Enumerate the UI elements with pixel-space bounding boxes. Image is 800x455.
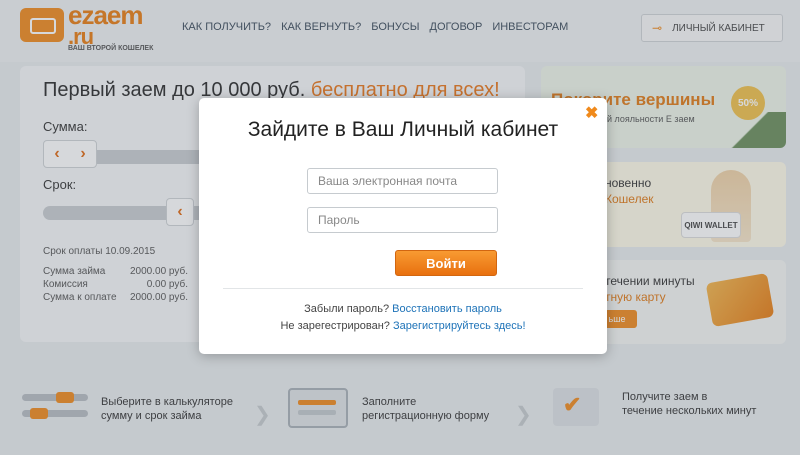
forgot-password-text: Забыли пароль? [304, 303, 390, 315]
login-button[interactable]: Войти [395, 250, 497, 276]
forgot-password-row: Забыли пароль? Восстановить пароль [199, 303, 607, 315]
divider [223, 288, 583, 289]
email-field[interactable] [307, 168, 498, 194]
modal-title: Зайдите в Ваш Личный кабинет [247, 118, 559, 141]
register-row: Не зарегестрирован? Зарегистрируйтесь зд… [199, 320, 607, 332]
login-modal: ✖ Зайдите в Ваш Личный кабинет Войти Заб… [199, 98, 607, 354]
not-registered-text: Не зарегестрирован? [280, 320, 390, 332]
restore-password-link[interactable]: Восстановить пароль [392, 303, 502, 315]
password-field[interactable] [307, 207, 498, 233]
register-link[interactable]: Зарегистрируйтесь здесь! [393, 320, 526, 332]
